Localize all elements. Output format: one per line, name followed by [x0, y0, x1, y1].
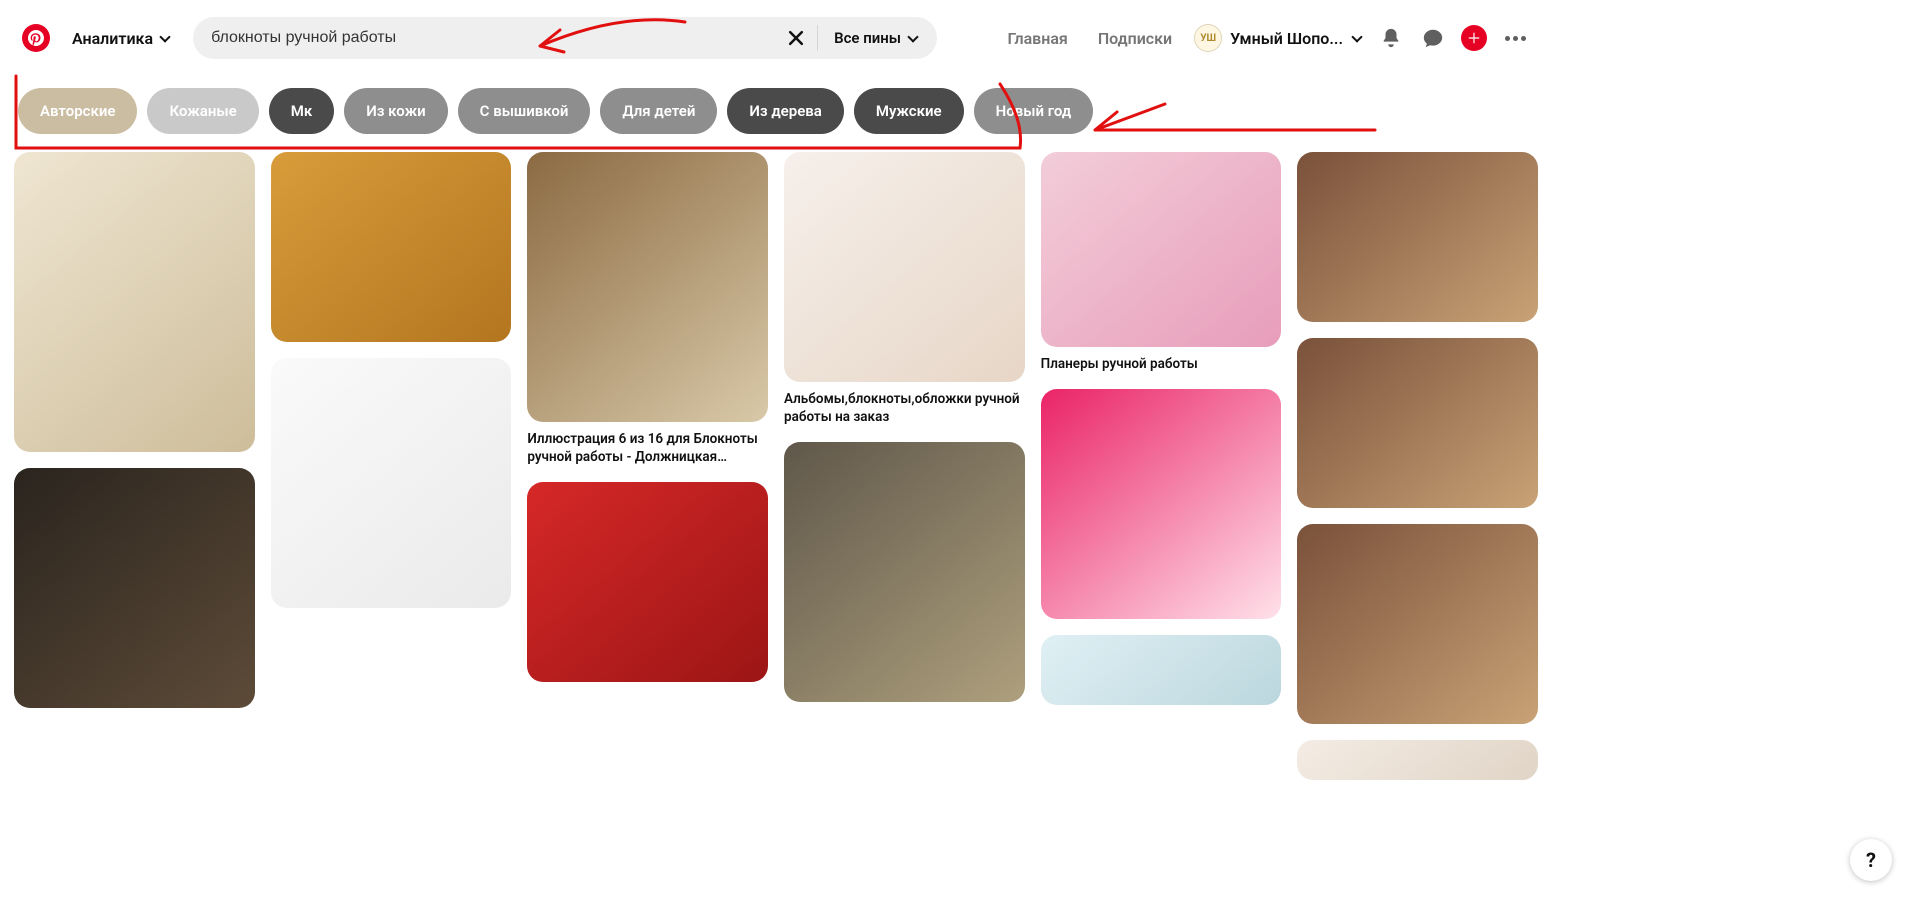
pin-title: Альбомы,блокноты,обложки ручной работы н…	[784, 390, 1025, 426]
search-bar: Все пины	[193, 17, 937, 59]
avatar: УШ	[1194, 24, 1222, 52]
nav-home[interactable]: Главная	[999, 29, 1075, 48]
messages-button[interactable]	[1419, 24, 1447, 52]
pin-card[interactable]	[1297, 740, 1538, 780]
pin-image[interactable]	[14, 468, 255, 708]
search-divider	[817, 25, 818, 51]
pin-card[interactable]	[1297, 338, 1538, 508]
category-pill[interactable]: Авторские	[18, 88, 137, 134]
help-button[interactable]: ?	[1850, 839, 1892, 881]
category-pill[interactable]: С вышивкой	[458, 88, 591, 134]
pin-image[interactable]	[527, 482, 768, 682]
analytics-menu[interactable]: Аналитика	[64, 29, 179, 48]
pin-image[interactable]	[271, 358, 512, 608]
pin-title: Иллюстрация 6 из 16 для Блокноты ручной …	[527, 430, 768, 466]
pin-card[interactable]: Иллюстрация 6 из 16 для Блокноты ручной …	[527, 152, 768, 466]
pin-card[interactable]	[1041, 389, 1282, 619]
pin-card[interactable]	[1041, 635, 1282, 705]
category-pill[interactable]: Из дерева	[727, 88, 843, 134]
bell-icon	[1380, 27, 1402, 49]
dots-icon	[1505, 36, 1510, 41]
nav-following[interactable]: Подписки	[1090, 29, 1180, 48]
pin-card[interactable]	[784, 442, 1025, 702]
category-pill[interactable]: Для детей	[600, 88, 717, 134]
pin-card[interactable]	[14, 468, 255, 708]
pin-card[interactable]	[14, 152, 255, 452]
pin-card[interactable]	[271, 358, 512, 608]
pin-card[interactable]	[271, 152, 512, 342]
more-options-button[interactable]	[1501, 36, 1530, 41]
pin-image[interactable]	[1297, 524, 1538, 724]
pin-card[interactable]	[527, 482, 768, 682]
pin-card[interactable]	[1297, 524, 1538, 724]
pin-title: Планеры ручной работы	[1041, 355, 1282, 373]
header-bar: Аналитика Все пины Главная Подписки УШ У…	[0, 0, 1552, 76]
pin-card[interactable]: Планеры ручной работы	[1041, 152, 1282, 373]
search-filter-label: Все пины	[834, 29, 901, 47]
clear-search-button[interactable]	[777, 19, 815, 57]
pin-grid: Иллюстрация 6 из 16 для Блокноты ручной …	[0, 152, 1552, 840]
chevron-down-icon	[159, 32, 171, 44]
pin-image[interactable]	[1297, 338, 1538, 508]
pin-image[interactable]	[271, 152, 512, 342]
pin-image[interactable]	[1041, 389, 1282, 619]
pin-image[interactable]	[1297, 152, 1538, 322]
category-pill[interactable]: Кожаные	[147, 88, 258, 134]
search-input[interactable]	[193, 29, 777, 47]
search-filter-dropdown[interactable]: Все пины	[820, 19, 933, 57]
pin-card[interactable]: Альбомы,блокноты,обложки ручной работы н…	[784, 152, 1025, 426]
create-button[interactable]	[1461, 25, 1487, 51]
notifications-button[interactable]	[1377, 24, 1405, 52]
category-pill-row: АвторскиеКожаныеМкИз кожиС вышивкойДля д…	[0, 76, 1552, 152]
analytics-label: Аналитика	[72, 29, 153, 48]
category-pill[interactable]: Мужские	[854, 88, 964, 134]
pin-image[interactable]	[1041, 152, 1282, 347]
pin-image[interactable]	[1041, 635, 1282, 705]
plus-icon	[1467, 31, 1481, 45]
pin-image[interactable]	[1297, 740, 1538, 780]
pin-image[interactable]	[527, 152, 768, 422]
pin-card[interactable]	[1297, 152, 1538, 322]
chat-icon	[1422, 27, 1444, 49]
chevron-down-icon	[907, 32, 919, 44]
pin-image[interactable]	[784, 442, 1025, 702]
category-pill[interactable]: Мк	[269, 88, 335, 134]
category-pill[interactable]: Новый год	[974, 88, 1094, 134]
account-menu[interactable]: УШ Умный Шопо...	[1194, 24, 1363, 52]
category-pill[interactable]: Из кожи	[344, 88, 447, 134]
pinterest-logo[interactable]	[22, 24, 50, 52]
account-name: Умный Шопо...	[1230, 29, 1343, 48]
chevron-down-icon	[1351, 32, 1363, 44]
pin-image[interactable]	[14, 152, 255, 452]
pin-image[interactable]	[784, 152, 1025, 382]
